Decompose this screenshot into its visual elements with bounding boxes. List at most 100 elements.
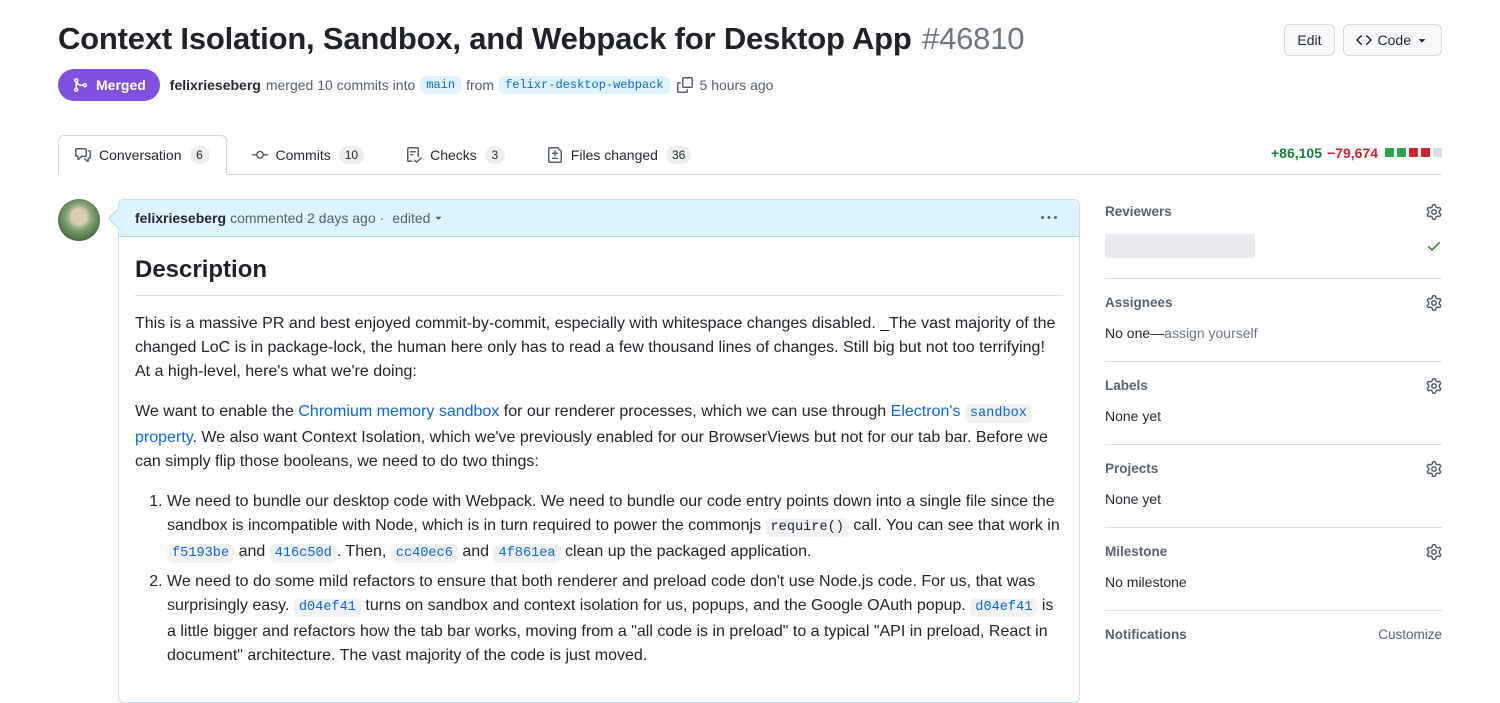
byline-from: from — [466, 77, 494, 93]
edit-button[interactable]: Edit — [1284, 24, 1334, 56]
projects-title-row[interactable]: Projects — [1105, 461, 1442, 477]
commit-link[interactable]: cc40ec6 — [391, 544, 458, 563]
list-item: We need to do some mild refactors to ens… — [167, 570, 1063, 668]
tab-commits[interactable]: Commits 10 — [235, 135, 382, 175]
gear-icon[interactable] — [1426, 295, 1442, 311]
reviewer-row — [1105, 234, 1442, 258]
tab-counter: 36 — [666, 146, 691, 164]
pr-tabnav: Conversation 6 Commits 10 Checks 3 Files… — [58, 135, 1442, 175]
labels-empty-text: None yet — [1105, 408, 1442, 424]
page-title: Context Isolation, Sandbox, and Webpack … — [58, 20, 1024, 59]
code-dropdown-button[interactable]: Code — [1343, 24, 1442, 56]
tab-list: Conversation 6 Commits 10 Checks 3 Files… — [58, 135, 1442, 174]
diff-block-deleted — [1421, 148, 1430, 157]
comment-header: felixrieseberg commented 2 days ago · ed… — [119, 200, 1079, 237]
notifications-title: Notifications — [1105, 627, 1187, 642]
chevron-down-icon — [432, 211, 445, 224]
comment-wrap: felixrieseberg commented 2 days ago · ed… — [58, 199, 1080, 703]
assignees-title: Assignees — [1105, 295, 1173, 310]
tab-counter: 10 — [339, 146, 364, 164]
text-run: for our renderer processes, which we can… — [499, 403, 890, 420]
approved-check-icon — [1426, 238, 1442, 254]
paragraph: This is a massive PR and best enjoyed co… — [135, 312, 1063, 384]
text-run: We want to enable the — [135, 403, 298, 420]
comment-timestamp-link[interactable]: 2 days ago — [307, 210, 376, 226]
commit-link[interactable]: d04ef41 — [970, 598, 1037, 617]
avatar[interactable] — [58, 199, 100, 241]
sidebar-section-notifications: Notifications Customize — [1105, 611, 1442, 662]
gear-icon[interactable] — [1426, 544, 1442, 560]
checklist-icon — [406, 147, 422, 163]
tab-label: Conversation — [99, 145, 182, 165]
pr-page: Context Isolation, Sandbox, and Webpack … — [58, 0, 1442, 703]
tab-label: Checks — [430, 145, 477, 165]
comment-discussion-icon — [75, 147, 91, 163]
tab-checks[interactable]: Checks 3 — [389, 135, 522, 175]
git-commit-icon — [252, 147, 268, 163]
copy-branch-button[interactable] — [675, 77, 695, 93]
description-heading: Description — [135, 255, 1063, 296]
milestone-title: Milestone — [1105, 544, 1167, 559]
gear-icon[interactable] — [1426, 378, 1442, 394]
gear-icon[interactable] — [1426, 204, 1442, 220]
assign-yourself-link[interactable]: assign yourself — [1164, 325, 1257, 341]
sidebar-section-milestone: Milestone No milestone — [1105, 528, 1442, 611]
copy-icon — [677, 77, 693, 93]
electron-sandbox-link[interactable]: Electron's — [891, 403, 961, 420]
edited-dropdown[interactable]: edited — [392, 210, 445, 226]
projects-empty-text: None yet — [1105, 491, 1442, 507]
comment-body: Description This is a massive PR and bes… — [119, 237, 1079, 702]
head-branch-label[interactable]: felixr-desktop-webpack — [499, 76, 669, 94]
tab-label: Files changed — [571, 145, 658, 165]
reviewers-title-row[interactable]: Reviewers — [1105, 204, 1442, 220]
sidebar-section-projects: Projects None yet — [1105, 445, 1442, 528]
base-branch-label[interactable]: main — [420, 76, 461, 94]
sidebar-section-assignees: Assignees No one—assign yourself — [1105, 279, 1442, 362]
header-actions: Edit Code — [1284, 20, 1442, 56]
chromium-sandbox-link[interactable]: Chromium memory sandbox — [298, 403, 499, 420]
pr-byline: felixrieseberg merged 10 commits into ma… — [170, 76, 774, 94]
labels-title-row[interactable]: Labels — [1105, 378, 1442, 394]
text-run: . We also want Context Isolation, which … — [135, 429, 1048, 470]
timeline: felixrieseberg commented 2 days ago · ed… — [58, 199, 1080, 703]
commit-link[interactable]: 416c50d — [270, 544, 337, 563]
assignees-body: No one—assign yourself — [1105, 325, 1442, 341]
byline-text: merged 10 commits into — [266, 77, 415, 93]
assignees-title-row[interactable]: Assignees — [1105, 295, 1442, 311]
commit-link[interactable]: d04ef41 — [294, 598, 361, 617]
list-item: We need to bundle our desktop code with … — [167, 490, 1063, 566]
git-merge-icon — [72, 77, 88, 93]
milestone-empty-text: No milestone — [1105, 574, 1442, 590]
comment: felixrieseberg commented 2 days ago · ed… — [118, 199, 1080, 703]
notifications-title-row: Notifications Customize — [1105, 627, 1442, 642]
commit-link[interactable]: 4f861ea — [493, 544, 560, 563]
text-run: turns on sandbox and context isolation f… — [365, 597, 970, 614]
reviewer-name-redacted[interactable] — [1105, 234, 1255, 258]
customize-link[interactable]: Customize — [1378, 627, 1442, 642]
tab-files-changed[interactable]: Files changed 36 — [530, 135, 709, 175]
electron-sandbox-link[interactable]: property — [135, 429, 193, 446]
pr-author-link[interactable]: felixrieseberg — [170, 77, 261, 93]
diffstat[interactable]: +86,105 −79,674 — [1271, 145, 1442, 161]
text-run: and — [239, 543, 270, 560]
ordered-list: We need to bundle our desktop code with … — [135, 490, 1063, 668]
comment-options-kebab-button[interactable] — [1035, 209, 1063, 227]
comment-author-link[interactable]: felixrieseberg — [135, 210, 226, 226]
tab-conversation[interactable]: Conversation 6 — [58, 135, 227, 175]
milestone-title-row[interactable]: Milestone — [1105, 544, 1442, 560]
kebab-horizontal-icon — [1041, 210, 1057, 226]
commit-link[interactable]: f5193be — [167, 544, 234, 563]
diff-block-added — [1397, 148, 1406, 157]
code-icon — [1356, 32, 1372, 48]
pr-number: #46810 — [922, 21, 1024, 56]
code-span: require() — [766, 518, 849, 537]
merged-status-badge: Merged — [58, 69, 160, 101]
gear-icon[interactable] — [1426, 461, 1442, 477]
electron-sandbox-link-code[interactable]: sandbox — [965, 404, 1032, 423]
diff-block-neutral — [1433, 148, 1442, 157]
text-run: call. You can see that work in — [853, 517, 1059, 534]
labels-title: Labels — [1105, 378, 1148, 393]
diffstat-deletions: −79,674 — [1327, 145, 1378, 161]
text-run: and — [462, 543, 493, 560]
pr-title-text: Context Isolation, Sandbox, and Webpack … — [58, 21, 912, 56]
